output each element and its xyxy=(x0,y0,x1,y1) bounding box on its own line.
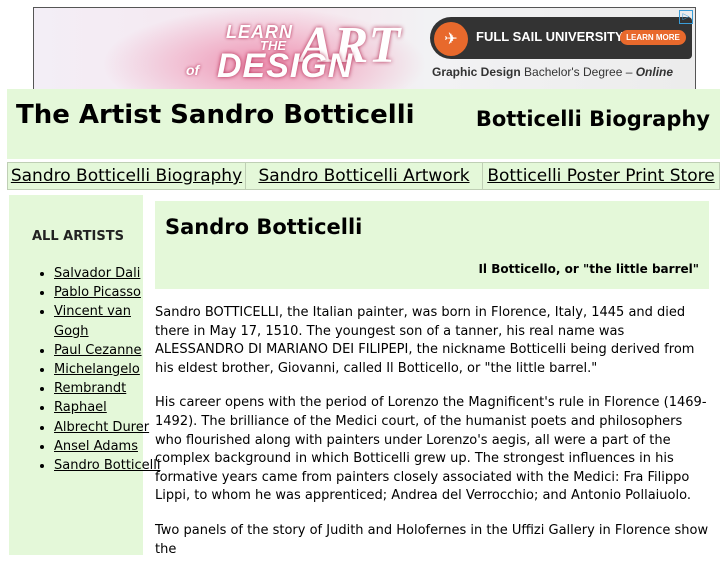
artist-link-vincent-van-gogh[interactable]: Vincent van Gogh xyxy=(54,304,131,338)
top-nav: Sandro Botticelli Biography Sandro Botti… xyxy=(7,162,720,190)
artist-link-paul-cezanne[interactable]: Paul Cezanne xyxy=(54,343,142,358)
artist-link-sandro-botticelli[interactable]: Sandro Botticelli xyxy=(54,458,161,473)
article-header: Sandro Botticelli Il Botticello, or "the… xyxy=(155,201,709,289)
article-paragraph: Sandro BOTTICELLI, the Italian painter, … xyxy=(155,305,695,376)
list-item: Michelangelo xyxy=(54,360,164,379)
nav-link-poster-store[interactable]: Botticelli Poster Print Store xyxy=(483,163,719,189)
artist-list: Salvador Dali Pablo Picasso Vincent van … xyxy=(36,264,164,475)
sidebar-heading: ALL ARTISTS xyxy=(32,229,124,244)
ad-school-name: FULL SAIL UNIVERSITY. xyxy=(476,29,626,44)
site-header: The Artist Sandro Botticelli Botticelli … xyxy=(7,89,720,159)
nav-link-biography[interactable]: Sandro Botticelli Biography xyxy=(8,163,246,189)
list-item: Ansel Adams xyxy=(54,437,164,456)
artist-link-raphael[interactable]: Raphael xyxy=(54,400,107,415)
list-item: Salvador Dali xyxy=(54,264,164,283)
artist-link-ansel-adams[interactable]: Ansel Adams xyxy=(54,439,138,454)
article-subtitle: Il Botticello, or "the little barrel" xyxy=(478,262,699,276)
list-item: Pablo Picasso xyxy=(54,283,164,302)
artist-link-albrecht-durer[interactable]: Albrecht Durer xyxy=(54,420,149,435)
site-title: The Artist Sandro Botticelli xyxy=(16,100,415,130)
nav-link-artwork[interactable]: Sandro Botticelli Artwork xyxy=(246,163,483,189)
list-item: Raphael xyxy=(54,398,164,417)
site-subtitle: Botticelli Biography xyxy=(475,107,710,131)
artist-link-salvador-dali[interactable]: Salvador Dali xyxy=(54,266,140,281)
ad-learn-more-button[interactable]: LEARN MORE xyxy=(620,30,686,45)
ad-headline-of: of xyxy=(186,62,200,78)
page-title: Sandro Botticelli xyxy=(165,215,363,239)
article-body: Sandro BOTTICELLI, the Italian painter, … xyxy=(155,304,711,575)
list-item: Rembrandt xyxy=(54,379,164,398)
list-item: Vincent van Gogh xyxy=(54,302,164,340)
list-item: Sandro Botticelli xyxy=(54,456,164,475)
ad-degree-text: Graphic Design Bachelor's Degree – Onlin… xyxy=(432,65,674,79)
sidebar: ALL ARTISTS Salvador Dali Pablo Picasso … xyxy=(9,195,161,555)
artist-link-pablo-picasso[interactable]: Pablo Picasso xyxy=(54,285,141,300)
ad-banner[interactable]: LEARN THE ART of DESIGN ✈ FULL SAIL UNIV… xyxy=(33,7,696,90)
artist-link-rembrandt[interactable]: Rembrandt xyxy=(54,381,126,396)
article-paragraph: His career opens with the period of Lore… xyxy=(155,395,707,504)
article-paragraph: Two panels of the story of Judith and Ho… xyxy=(155,522,709,557)
plane-icon: ✈ xyxy=(434,22,468,56)
list-item: Albrecht Durer xyxy=(54,418,164,437)
adchoices-icon[interactable]: ▷ xyxy=(679,10,693,24)
ad-headline-design: DESIGN xyxy=(217,47,354,85)
artist-link-michelangelo[interactable]: Michelangelo xyxy=(54,362,140,377)
list-item: Paul Cezanne xyxy=(54,341,164,360)
